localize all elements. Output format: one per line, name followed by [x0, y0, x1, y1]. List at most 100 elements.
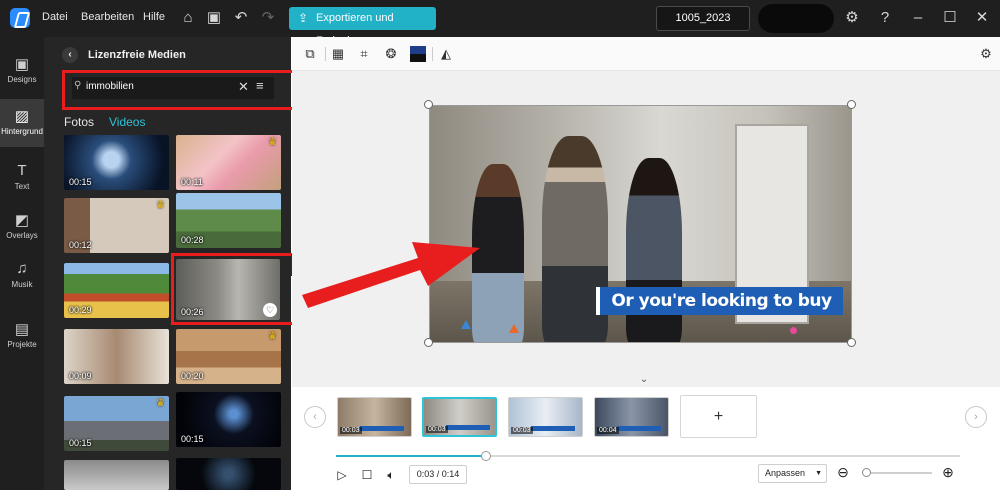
color-filter-icon[interactable]: ❂	[383, 46, 399, 62]
scroll-right-icon[interactable]: ›	[965, 406, 987, 428]
export-button[interactable]: ⇪ Exportieren und Freigeben	[289, 7, 436, 47]
menu-datei[interactable]: Datei	[42, 11, 68, 23]
video-thumbnail[interactable]: ♛ 00:12	[64, 198, 169, 253]
save-icon[interactable]: ▣	[204, 8, 224, 28]
duration-label: 00:15	[181, 434, 204, 444]
back-chevron-icon[interactable]: ‹	[62, 47, 78, 63]
project-name-field[interactable]: 1005_2023	[656, 6, 750, 31]
music-icon: ♫	[16, 260, 28, 277]
arrow-annotation	[302, 242, 480, 308]
rail-item-hintergrund[interactable]: ▨ Hintergrund	[0, 99, 44, 147]
undo-icon[interactable]: ↶	[231, 8, 251, 28]
video-thumbnail[interactable]: 00:15	[176, 392, 281, 447]
stop-icon[interactable]: ☐	[360, 468, 374, 482]
settings-icon[interactable]: ⚙	[842, 8, 862, 28]
replace-media-icon[interactable]: ⧉	[302, 46, 318, 62]
left-rail: ▣ Designs ▨ Hintergrund T Text ◩ Overlay…	[0, 37, 44, 490]
resize-handle[interactable]	[424, 100, 433, 109]
playback-progress-bar[interactable]	[336, 451, 960, 461]
toolbar-divider	[432, 47, 433, 61]
triangle-decoration	[461, 320, 471, 329]
add-clip-button[interactable]: +	[680, 395, 757, 438]
rail-item-label: Designs	[7, 75, 37, 84]
thumbnail-highlight-annotation	[171, 253, 303, 325]
triangle-decoration	[509, 324, 519, 333]
rail-item-label: Musik	[11, 280, 33, 289]
scroll-left-icon[interactable]: ‹	[304, 406, 326, 428]
tab-videos[interactable]: Videos	[109, 115, 145, 129]
close-icon[interactable]: ✕	[972, 8, 992, 28]
duration-label: 00:15	[69, 177, 92, 187]
clip-caption-marker	[617, 426, 661, 431]
background-icon: ▨	[14, 108, 30, 125]
timeline-clip[interactable]: 00:03	[508, 397, 583, 437]
video-preview-stage[interactable]: Or you're looking to buy	[429, 105, 852, 343]
clip-duration: 00:03	[340, 427, 362, 434]
menu-hilfe[interactable]: Hilfe	[143, 11, 165, 23]
video-thumbnail[interactable]: 00:29	[64, 263, 169, 318]
caption-text-overlay[interactable]: Or you're looking to buy	[596, 287, 843, 315]
rail-item-musik[interactable]: ♫ Musik	[0, 252, 44, 300]
duration-label: 00:29	[69, 305, 92, 315]
rail-item-label: Hintergrund	[1, 127, 43, 136]
account-avatar[interactable]	[758, 4, 834, 33]
timeline-clip-active[interactable]: 00:03	[422, 397, 497, 437]
resize-handle[interactable]	[847, 100, 856, 109]
fit-dropdown-label: Anpassen	[765, 468, 806, 478]
duration-label: 00:12	[69, 240, 92, 250]
tab-fotos[interactable]: Fotos	[64, 115, 94, 129]
rail-item-overlays[interactable]: ◩ Overlays	[0, 203, 44, 251]
rail-item-projekte[interactable]: ▤ Projekte	[0, 312, 44, 360]
fit-dropdown[interactable]: Anpassen ▼	[758, 464, 827, 483]
zoom-out-icon[interactable]: ⊖	[836, 465, 850, 479]
resize-handle[interactable]	[424, 338, 433, 347]
duration-label: 00:15	[69, 438, 92, 448]
minimize-icon[interactable]: –	[908, 8, 928, 28]
timeline-clip[interactable]: 00:04	[594, 397, 669, 437]
video-thumbnail[interactable]	[176, 458, 281, 490]
collapse-canvas-chevron-icon[interactable]: ⌄	[636, 374, 652, 386]
redo-icon[interactable]: ↷	[258, 8, 278, 28]
dot-decoration	[790, 327, 797, 334]
timeline-clip[interactable]: 00:03	[337, 397, 412, 437]
help-icon[interactable]: ?	[875, 8, 895, 28]
home-icon[interactable]: ⌂	[178, 8, 198, 28]
play-icon[interactable]: ▷	[335, 468, 349, 482]
app-logo-icon	[10, 8, 30, 28]
clip-duration: 00:03	[511, 427, 533, 434]
progress-scrubber[interactable]	[480, 451, 491, 461]
maximize-icon[interactable]: ☐	[940, 8, 960, 28]
search-highlight-annotation	[62, 70, 300, 110]
edit-toolbar: ⧉ ▦ ⌗ ❂ ◭ ⚙	[292, 37, 1000, 71]
flip-icon[interactable]: ◭	[438, 46, 454, 62]
video-thumbnail[interactable]: ♛ 00:15	[64, 396, 169, 451]
video-clip-icon[interactable]: ▦	[330, 46, 346, 62]
video-thumbnail[interactable]: ♛ 00:20	[176, 329, 281, 384]
upload-icon: ⇪	[298, 11, 309, 25]
animation-settings-icon[interactable]: ⚙	[978, 46, 994, 62]
menu-bearbeiten[interactable]: Bearbeiten	[81, 11, 134, 23]
video-thumbnail[interactable]: 00:28	[176, 193, 281, 248]
overlays-icon: ◩	[14, 212, 30, 229]
video-thumbnail[interactable]: 00:09	[64, 329, 169, 384]
resize-handle[interactable]	[847, 338, 856, 347]
video-thumbnail[interactable]	[64, 460, 169, 490]
duration-label: 00:09	[69, 371, 92, 381]
panel-title: Lizenzfreie Medien	[88, 49, 186, 61]
rail-item-text[interactable]: T Text	[0, 154, 44, 202]
clip-duration: 00:03	[426, 426, 448, 433]
volume-icon[interactable]: 🔈︎	[384, 468, 398, 482]
toolbar-divider	[325, 47, 326, 61]
crop-icon[interactable]: ⌗	[356, 46, 372, 62]
color-swatch-icon[interactable]	[410, 46, 426, 62]
zoom-slider-handle[interactable]	[861, 468, 871, 477]
rail-item-designs[interactable]: ▣ Designs	[0, 47, 44, 95]
rail-item-label: Overlays	[6, 231, 38, 240]
video-thumbnail[interactable]: 00:15	[64, 135, 169, 190]
zoom-slider[interactable]	[861, 468, 932, 477]
panel-header: ‹ Lizenzfreie Medien	[62, 47, 186, 63]
zoom-in-icon[interactable]: ⊕	[941, 465, 955, 479]
video-thumbnail[interactable]: ♛ 00:11	[176, 135, 281, 190]
duration-label: 00:11	[181, 177, 203, 187]
premium-crown-icon: ♛	[268, 331, 277, 342]
